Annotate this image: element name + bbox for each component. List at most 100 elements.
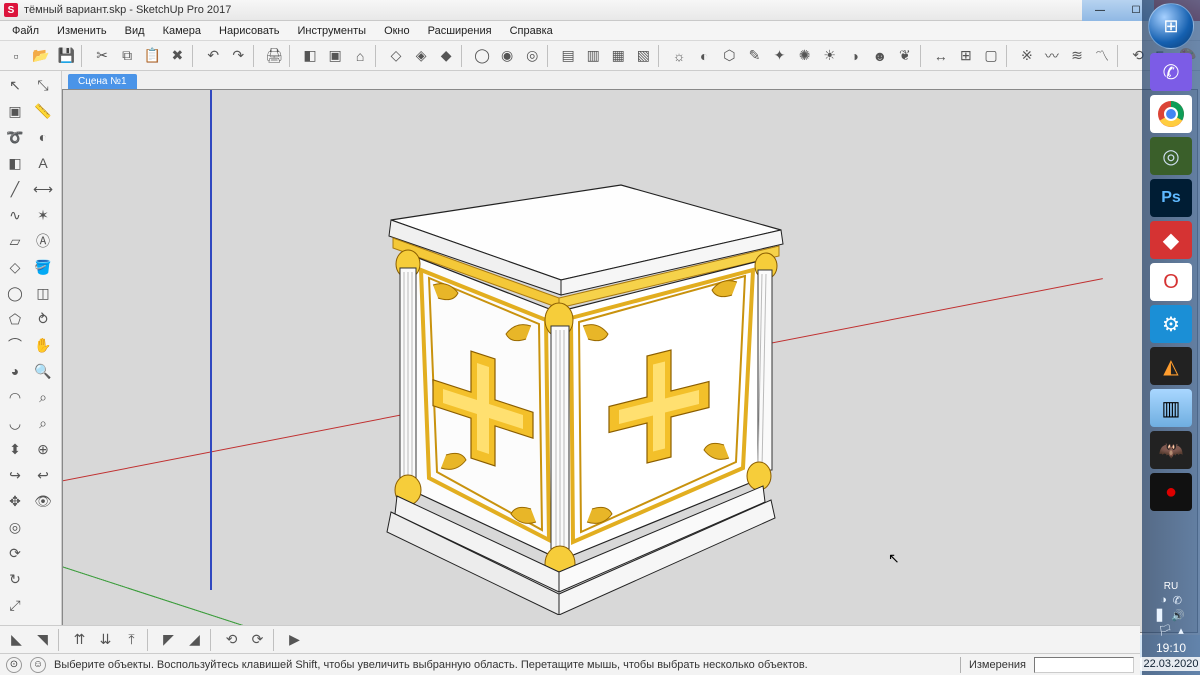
pie-icon[interactable]: ◕ xyxy=(2,359,28,383)
dim-tool-icon[interactable]: ⟷ xyxy=(30,177,56,201)
undo-icon[interactable]: ↶ xyxy=(201,43,225,68)
plugin2-icon[interactable]: 〰 xyxy=(1040,43,1064,68)
position-icon[interactable]: ⊕ xyxy=(30,437,56,461)
arc2-icon[interactable]: ◠ xyxy=(2,385,28,409)
eraser-icon[interactable]: ◧ xyxy=(2,151,28,175)
lt-8-icon[interactable]: ⟲ xyxy=(219,627,244,652)
copy-icon[interactable]: ⧉ xyxy=(115,43,139,68)
polygon-icon[interactable]: ⬠ xyxy=(2,307,28,331)
prev-icon[interactable]: ↩ xyxy=(30,463,56,487)
open-icon[interactable]: 📂 xyxy=(29,43,53,68)
erase-icon[interactable]: ✖ xyxy=(165,43,189,68)
sel-group2-icon[interactable]: ◈ xyxy=(409,43,433,68)
tray-language[interactable]: RU xyxy=(1140,581,1200,592)
window4-icon[interactable]: ▧ xyxy=(631,43,655,68)
orbit-icon[interactable]: ⥁ xyxy=(30,307,56,331)
status-geoloc-icon[interactable]: ⊙ xyxy=(6,657,22,673)
tray-clock[interactable]: 19:10 xyxy=(1140,641,1200,655)
menu-камера[interactable]: Камера xyxy=(155,23,209,39)
plugin-icon[interactable]: ※ xyxy=(1015,43,1039,68)
tape-icon[interactable]: 📏 xyxy=(30,99,56,123)
tray-volume-icon[interactable]: 🔊 xyxy=(1171,609,1185,622)
freehand-icon[interactable]: ∿ xyxy=(2,203,28,227)
zoom-icon[interactable]: 🔍 xyxy=(30,359,56,383)
measurements-input[interactable] xyxy=(1034,657,1134,673)
scene-tab-1[interactable]: Сцена №1 xyxy=(68,74,137,89)
circle2-icon[interactable]: ◉ xyxy=(495,43,519,68)
taskbar-app-record[interactable]: ● xyxy=(1150,473,1192,511)
paint-bucket-icon[interactable]: 🪣 xyxy=(30,255,56,279)
arc3-icon[interactable]: ◡ xyxy=(2,411,28,435)
taskbar-app-opera[interactable]: O xyxy=(1150,263,1192,301)
plugin4-icon[interactable]: 〽 xyxy=(1090,43,1114,68)
lt-9-icon[interactable]: ⟳ xyxy=(245,627,270,652)
taskbar-app-notes[interactable]: ▥ xyxy=(1150,389,1192,427)
zoom-ext-icon[interactable]: ⌕ xyxy=(30,411,56,435)
shadow-icon[interactable]: ◑ xyxy=(843,43,867,68)
circle3-icon[interactable]: ◎ xyxy=(520,43,544,68)
menu-вид[interactable]: Вид xyxy=(117,23,153,39)
plugin3-icon[interactable]: ≋ xyxy=(1065,43,1089,68)
sel-group1-icon[interactable]: ◇ xyxy=(384,43,408,68)
taskbar-app-settings[interactable]: ⚙ xyxy=(1150,305,1192,343)
line-icon[interactable]: ╱ xyxy=(2,177,28,201)
dim-icon[interactable]: ↔ xyxy=(929,43,953,68)
wand-icon[interactable]: ✦ xyxy=(767,43,791,68)
menu-файл[interactable]: Файл xyxy=(4,23,47,39)
model-cube-icon[interactable]: ◧ xyxy=(298,43,322,68)
style2-icon[interactable]: ◐ xyxy=(692,43,716,68)
push-pull-icon[interactable]: ⬍ xyxy=(2,437,28,461)
sun-icon[interactable]: ☀ xyxy=(818,43,842,68)
lt-7-icon[interactable]: ◢ xyxy=(182,627,207,652)
lt-6-icon[interactable]: ◤ xyxy=(156,627,181,652)
save-icon[interactable]: 💾 xyxy=(54,43,78,68)
zoom-win-icon[interactable]: ⌕ xyxy=(30,385,56,409)
scale2-icon[interactable]: ⤡ xyxy=(30,73,56,97)
section-icon[interactable]: ◫ xyxy=(30,281,56,305)
rotate-icon[interactable]: ⟳ xyxy=(2,541,28,565)
menu-нарисовать[interactable]: Нарисовать xyxy=(211,23,287,39)
window3-icon[interactable]: ▦ xyxy=(606,43,630,68)
status-credits-icon[interactable]: ☺ xyxy=(30,657,46,673)
offset-icon[interactable]: ◎ xyxy=(2,515,28,539)
minimize-button[interactable]: — xyxy=(1082,0,1118,21)
select-arrow-icon[interactable]: ↖ xyxy=(2,73,28,97)
follow-me-icon[interactable]: ↪ xyxy=(2,463,28,487)
window-icon[interactable]: ▤ xyxy=(556,43,580,68)
taskbar-app-3[interactable]: ◎ xyxy=(1150,137,1192,175)
circle1-icon[interactable]: ◯ xyxy=(470,43,494,68)
lt-5-icon[interactable]: ⤒ xyxy=(119,627,144,652)
redo-icon[interactable]: ↷ xyxy=(226,43,250,68)
rectangle-icon[interactable]: ▱ xyxy=(2,229,28,253)
paste-icon[interactable]: 📋 xyxy=(140,43,164,68)
tray-icon-2[interactable]: ✆ xyxy=(1173,594,1182,607)
lt-2-icon[interactable]: ◥ xyxy=(30,627,55,652)
look-icon[interactable]: 👁 xyxy=(30,489,56,513)
cut-icon[interactable]: ✂ xyxy=(90,43,114,68)
protractor-icon[interactable]: ◐ xyxy=(30,125,56,149)
circle-tool-icon[interactable]: ◯ xyxy=(2,281,28,305)
component-icon[interactable]: ▣ xyxy=(323,43,347,68)
tray-network-icon[interactable]: ▋ xyxy=(1157,609,1165,622)
tray-date[interactable]: 22.03.2020 xyxy=(1140,657,1200,671)
pan-icon[interactable]: ✋ xyxy=(30,333,56,357)
rotate2-icon[interactable]: ↻ xyxy=(2,567,28,591)
window2-icon[interactable]: ▥ xyxy=(581,43,605,68)
model-house-icon[interactable]: ⌂ xyxy=(348,43,372,68)
3dtext-icon[interactable]: Ⓐ xyxy=(30,229,56,253)
style1-icon[interactable]: ☼ xyxy=(667,43,691,68)
taskbar-app-aimp[interactable]: ◭ xyxy=(1150,347,1192,385)
lt-4-icon[interactable]: ⇊ xyxy=(93,627,118,652)
move-icon[interactable]: ✥ xyxy=(2,489,28,513)
rotated-rect-icon[interactable]: ◇ xyxy=(2,255,28,279)
menu-расширения[interactable]: Расширения xyxy=(420,23,500,39)
box-icon[interactable]: ▢ xyxy=(979,43,1003,68)
taskbar-app-viber[interactable]: ✆ xyxy=(1150,53,1192,91)
light-icon[interactable]: ✺ xyxy=(793,43,817,68)
print-icon[interactable]: 🖨 xyxy=(262,43,286,68)
face-icon[interactable]: ☻ xyxy=(868,43,892,68)
menu-окно[interactable]: Окно xyxy=(376,23,418,39)
arc-icon[interactable]: ⌒ xyxy=(2,333,28,357)
3d-viewport[interactable]: ↖ xyxy=(62,89,1198,633)
lt-1-icon[interactable]: ◣ xyxy=(4,627,29,652)
